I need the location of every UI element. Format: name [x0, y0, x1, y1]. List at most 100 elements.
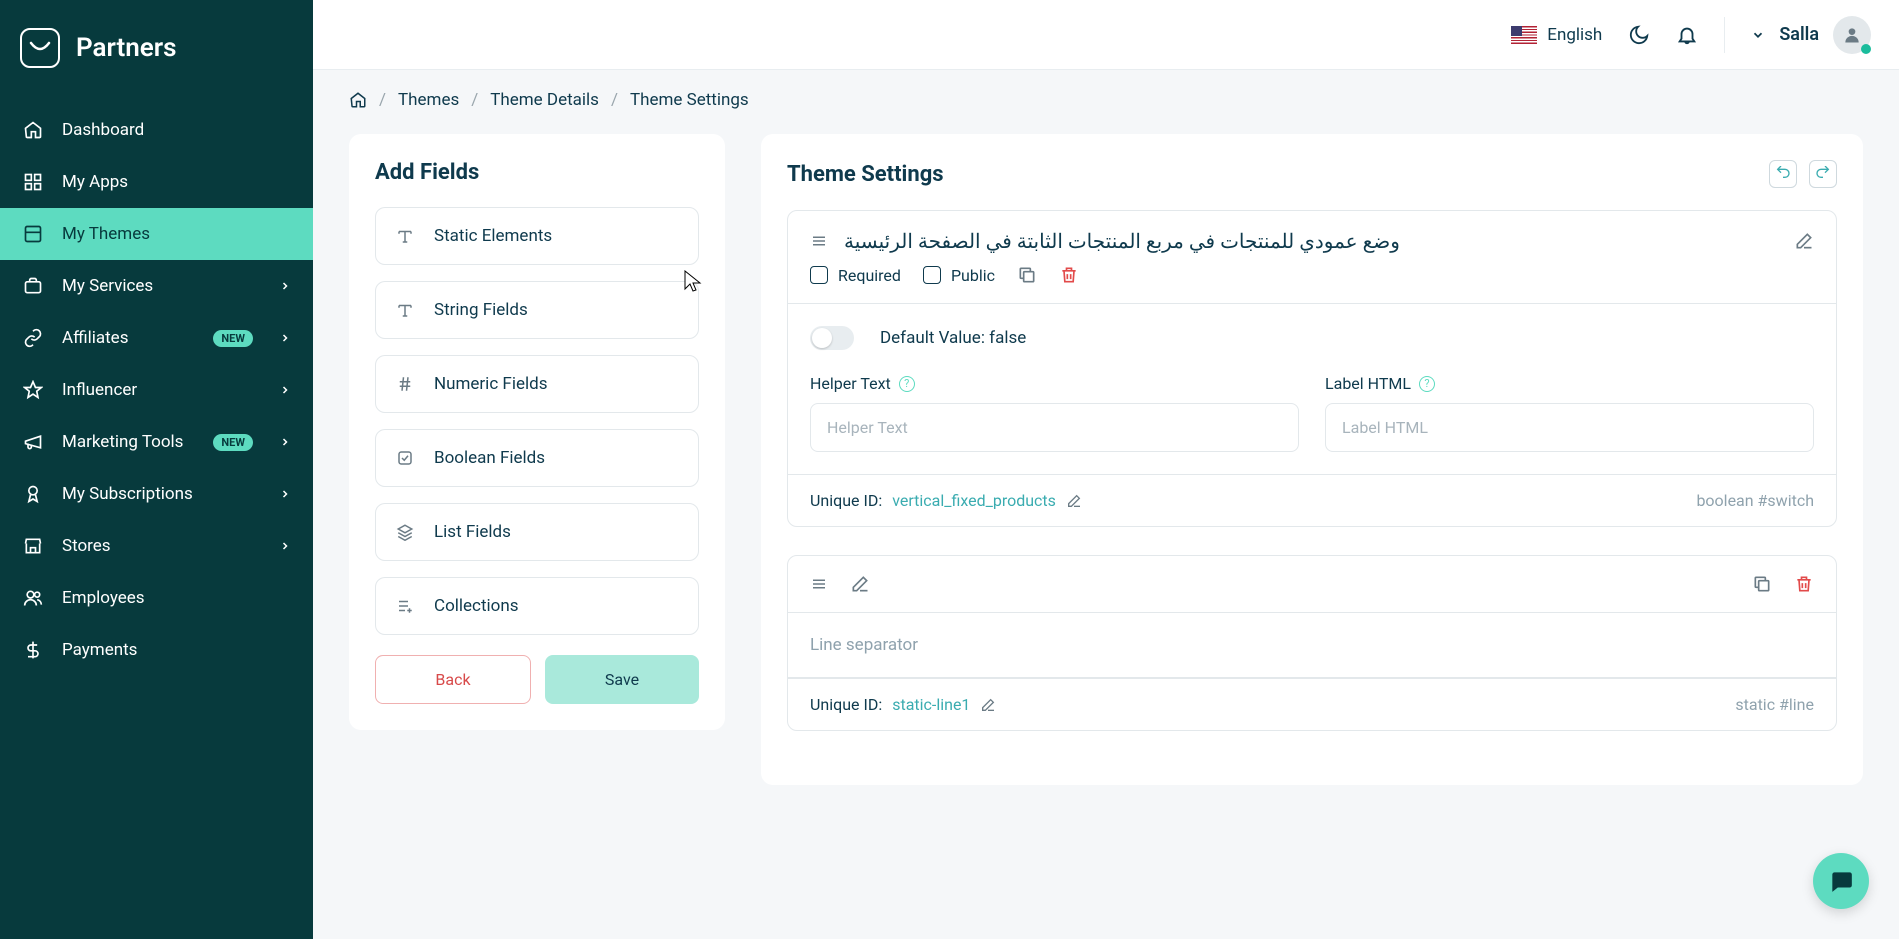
field-type-string[interactable]: String Fields [375, 281, 699, 339]
new-badge: NEW [213, 434, 253, 451]
sidebar-item-label: My Services [62, 276, 153, 296]
uid-value: vertical_fixed_products [892, 491, 1056, 510]
duplicate-icon[interactable] [1752, 574, 1772, 594]
chevron-right-icon [279, 436, 291, 448]
home-icon[interactable] [349, 91, 367, 109]
edit-uid-icon[interactable] [980, 697, 996, 713]
sidebar-item-stores[interactable]: Stores [0, 520, 313, 572]
back-button[interactable]: Back [375, 655, 531, 704]
edit-icon[interactable] [850, 574, 870, 594]
chevron-right-icon [279, 540, 291, 552]
breadcrumb-sep: / [471, 90, 478, 110]
text-icon [396, 301, 414, 319]
notifications-button[interactable] [1676, 24, 1698, 46]
dollar-icon [22, 640, 44, 660]
us-flag-icon [1511, 26, 1537, 44]
chat-fab[interactable] [1813, 853, 1869, 909]
sidebar-item-label: My Apps [62, 172, 128, 192]
drag-handle-icon[interactable] [810, 575, 828, 593]
duplicate-icon[interactable] [1017, 265, 1037, 285]
sidebar-item-marketing[interactable]: Marketing Tools NEW [0, 416, 313, 468]
breadcrumb-sep: / [379, 90, 386, 110]
field-type-label: Numeric Fields [434, 374, 547, 394]
breadcrumb-details[interactable]: Theme Details [490, 90, 599, 110]
divider [1724, 17, 1725, 53]
sidebar-item-label: My Themes [62, 224, 150, 244]
field-type-numeric[interactable]: Numeric Fields [375, 355, 699, 413]
add-fields-title: Add Fields [375, 160, 699, 185]
type-tag: boolean #switch [1696, 491, 1814, 510]
language-label: English [1547, 25, 1602, 45]
delete-icon[interactable] [1794, 574, 1814, 594]
nav: Dashboard My Apps My Themes My Services … [0, 104, 313, 676]
uid-value: static-line1 [892, 695, 970, 714]
field-type-collections[interactable]: Collections [375, 577, 699, 635]
chevron-down-icon [1751, 28, 1765, 42]
undo-button[interactable] [1769, 160, 1797, 188]
layers-icon [396, 523, 414, 541]
users-icon [22, 588, 44, 608]
sidebar-item-subscriptions[interactable]: My Subscriptions [0, 468, 313, 520]
required-label: Required [838, 266, 901, 285]
chevron-right-icon [279, 332, 291, 344]
field-type-label: String Fields [434, 300, 528, 320]
sidebar-item-influencer[interactable]: Influencer [0, 364, 313, 416]
brand-logo-icon [20, 28, 60, 68]
sidebar-item-affiliates[interactable]: Affiliates NEW [0, 312, 313, 364]
star-icon [22, 380, 44, 400]
user-menu[interactable]: Salla [1751, 16, 1871, 54]
breadcrumb-themes[interactable]: Themes [398, 90, 459, 110]
brand-label: Partners [76, 33, 176, 63]
label-html-label: Label HTML [1325, 374, 1411, 393]
sidebar-item-apps[interactable]: My Apps [0, 156, 313, 208]
language-switcher[interactable]: English [1511, 25, 1602, 45]
chevron-right-icon [279, 280, 291, 292]
help-icon[interactable]: ? [899, 376, 915, 392]
sidebar-item-payments[interactable]: Payments [0, 624, 313, 676]
sidebar: Partners Dashboard My Apps My Themes My … [0, 0, 313, 939]
edit-uid-icon[interactable] [1066, 493, 1082, 509]
avatar [1833, 16, 1871, 54]
drag-handle-icon[interactable] [810, 232, 828, 250]
delete-icon[interactable] [1059, 265, 1079, 285]
help-icon[interactable]: ? [1419, 376, 1435, 392]
checkbox-icon [923, 266, 941, 284]
sidebar-item-label: My Subscriptions [62, 484, 193, 504]
required-checkbox[interactable]: Required [810, 266, 901, 285]
uid-label: Unique ID: [810, 491, 882, 510]
sidebar-item-label: Marketing Tools [62, 432, 183, 452]
dark-mode-toggle[interactable] [1628, 24, 1650, 46]
breadcrumb: / Themes / Theme Details / Theme Setting… [349, 90, 1863, 110]
checkbox-icon [396, 449, 414, 467]
sidebar-item-label: Stores [62, 536, 111, 556]
type-tag: static #line [1735, 695, 1814, 714]
megaphone-icon [22, 432, 44, 452]
chevron-right-icon [279, 488, 291, 500]
sidebar-item-dashboard[interactable]: Dashboard [0, 104, 313, 156]
breadcrumb-settings[interactable]: Theme Settings [630, 90, 749, 110]
content: / Themes / Theme Details / Theme Setting… [313, 70, 1899, 805]
edit-icon[interactable] [1794, 231, 1814, 251]
field-type-label: Static Elements [434, 226, 552, 246]
setting-title: وضع عمودي للمنتجات في مربع المنتجات الثا… [844, 229, 1778, 253]
default-value-toggle[interactable] [810, 326, 854, 350]
field-type-boolean[interactable]: Boolean Fields [375, 429, 699, 487]
sidebar-item-employees[interactable]: Employees [0, 572, 313, 624]
sidebar-item-label: Employees [62, 588, 145, 608]
public-checkbox[interactable]: Public [923, 266, 995, 285]
topbar: English Salla [313, 0, 1899, 70]
default-value-label: Default Value: false [880, 328, 1026, 348]
redo-button[interactable] [1809, 160, 1837, 188]
save-button[interactable]: Save [545, 655, 699, 704]
label-html-input[interactable] [1325, 403, 1814, 452]
breadcrumb-sep: / [611, 90, 618, 110]
store-icon [22, 536, 44, 556]
link-icon [22, 328, 44, 348]
helper-text-input[interactable] [810, 403, 1299, 452]
field-type-static[interactable]: Static Elements [375, 207, 699, 265]
field-type-list[interactable]: List Fields [375, 503, 699, 561]
sidebar-item-themes[interactable]: My Themes [0, 208, 313, 260]
line-separator-desc: Line separator [788, 613, 1836, 678]
sidebar-item-services[interactable]: My Services [0, 260, 313, 312]
home-icon [22, 120, 44, 140]
